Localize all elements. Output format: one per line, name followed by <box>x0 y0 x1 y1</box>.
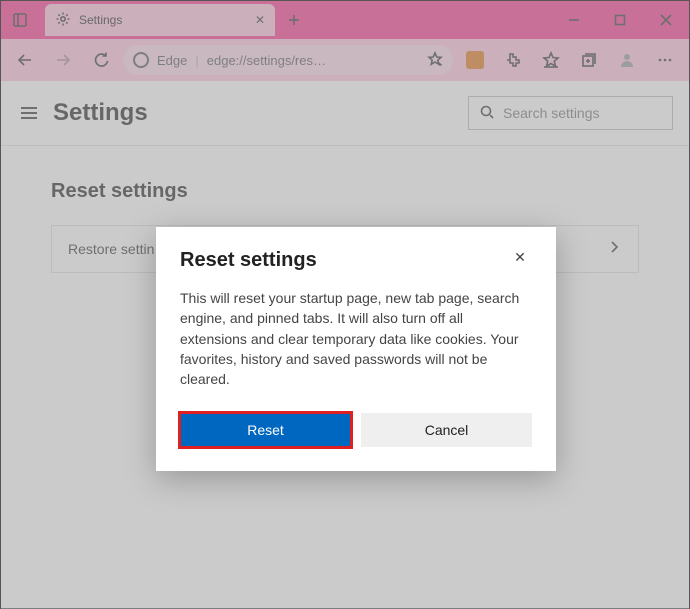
dialog-body: This will reset your startup page, new t… <box>180 288 532 389</box>
cancel-button[interactable]: Cancel <box>361 413 532 447</box>
reset-dialog: Reset settings ✕ This will reset your st… <box>156 227 556 471</box>
dialog-title: Reset settings <box>180 249 508 272</box>
dialog-header: Reset settings ✕ <box>180 249 532 272</box>
reset-button[interactable]: Reset <box>180 413 351 447</box>
dialog-close-icon[interactable]: ✕ <box>508 249 532 266</box>
window: Settings ✕ Edge <box>0 0 690 609</box>
dialog-actions: Reset Cancel <box>180 413 532 447</box>
